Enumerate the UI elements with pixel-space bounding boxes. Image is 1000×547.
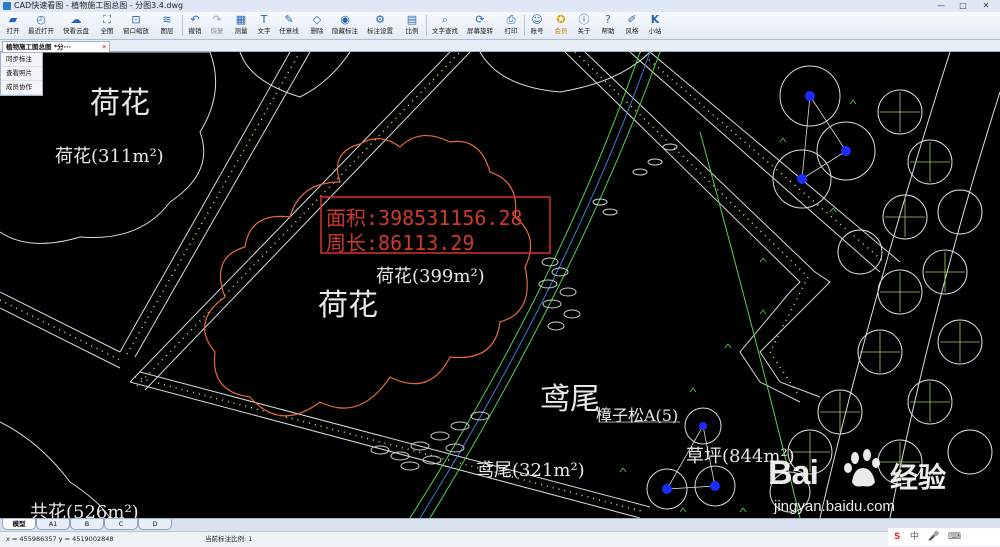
delete-button[interactable]: ◇ 删除 bbox=[304, 13, 330, 38]
document-tab-label: 植物施工图总图 *分··· bbox=[6, 43, 72, 51]
status-bar: x = 455986357 y = 4519002848 当前标注比例: 1 bbox=[0, 531, 1000, 547]
baidu-watermark: Bai 经验 jingyan.baidu.com bbox=[762, 446, 992, 524]
scale-icon: ▤ bbox=[406, 13, 418, 26]
text-button[interactable]: T 文字 bbox=[251, 13, 277, 38]
open-button[interactable]: ▰ 打开 bbox=[0, 13, 26, 38]
iris-label-large: 鸢尾 bbox=[540, 382, 600, 417]
hide-icon: ◉ bbox=[340, 13, 350, 26]
print-button[interactable]: ⎙ 打印 bbox=[498, 13, 524, 38]
sogou-icon[interactable]: S bbox=[894, 531, 900, 543]
tab-d[interactable]: D bbox=[138, 519, 172, 530]
info-icon: ⓘ bbox=[578, 13, 590, 26]
fit-all-icon: ⛶ bbox=[103, 13, 111, 26]
window-zoom-icon: ⊡ bbox=[131, 13, 141, 26]
rotate-button[interactable]: ⟳ 屏幕旋转 bbox=[467, 13, 493, 38]
close-icon[interactable]: ✕ bbox=[102, 42, 107, 52]
cloud-button[interactable]: ☁ 快看云盘 bbox=[63, 13, 89, 38]
main-toolbar: ▰ 打开 ◴ 最近打开 ☁ 快看云盘 ⛶ 全图 ⊡ 窗口缩放 ≋ 图层 ↶ 撤销 ↷ 恢复 ▦ 测… bbox=[0, 12, 1000, 40]
help-icon: ? bbox=[605, 13, 611, 26]
document-tab-bar: 植物施工图总图 *分··· ✕ bbox=[0, 40, 1000, 52]
redo-icon: ↷ bbox=[212, 13, 222, 26]
cloud-icon: ☁ bbox=[70, 13, 82, 26]
maximize-button[interactable]: □ bbox=[952, 1, 974, 11]
watermark-url: jingyan.baidu.com bbox=[774, 498, 895, 515]
freeline-button[interactable]: ✎ 任意线 bbox=[276, 13, 302, 38]
lotus-area-label: 荷花(311m²) bbox=[55, 146, 164, 167]
tree-canopy-outline bbox=[239, 52, 351, 98]
annotation-scale: 当前标注比例: 1 bbox=[205, 535, 253, 543]
measure-perimeter-text: 周长:86113.29 bbox=[326, 231, 475, 255]
redo-button[interactable]: ↷ 恢复 bbox=[204, 13, 230, 38]
text-search-button[interactable]: ⌕ 文字查找 bbox=[432, 13, 458, 38]
sync-annotation-item[interactable]: 同步标注 bbox=[1, 53, 42, 67]
text-icon: T bbox=[260, 13, 268, 26]
tree-spokes bbox=[790, 92, 980, 482]
tab-b[interactable]: B bbox=[70, 519, 104, 530]
tab-model[interactable]: 模型 bbox=[2, 519, 36, 530]
recent-icon: ◴ bbox=[36, 13, 46, 26]
keyboard-icon[interactable]: ⌨ bbox=[948, 531, 961, 543]
ime-tray: S 中 🎤 ⌨ bbox=[888, 528, 1000, 546]
print-icon: ⎙ bbox=[506, 13, 516, 26]
hide-annotation-button[interactable]: ◉ 隐藏标注 bbox=[332, 13, 358, 38]
scale-button[interactable]: ▤ 比例 bbox=[399, 13, 425, 38]
tab-a1[interactable]: A1 bbox=[36, 519, 70, 530]
close-button[interactable]: ✕ bbox=[975, 1, 997, 11]
recent-button[interactable]: ◴ 最近打开 bbox=[28, 13, 54, 38]
undo-icon: ↶ bbox=[190, 13, 200, 26]
about-button[interactable]: ⓘ 关于 bbox=[571, 13, 597, 38]
layout-tab-bar: 模型 A1 B C D bbox=[0, 518, 1000, 531]
k-icon: K bbox=[650, 13, 660, 26]
watermark-brand-cn: 经验 bbox=[890, 461, 947, 494]
vip-icon: ✪ bbox=[556, 13, 566, 26]
station-button[interactable]: K 小站 bbox=[642, 13, 668, 38]
help-button[interactable]: ? 帮助 bbox=[595, 13, 621, 38]
folder-icon: ▰ bbox=[8, 13, 18, 26]
window-title: CAD快速看图 - 植物施工图总图 - 分图3.4.dwg bbox=[14, 1, 184, 10]
cursor-coordinates: x = 455986357 y = 4519002848 bbox=[6, 535, 114, 543]
iris-area-label: 鸢尾(321m²) bbox=[476, 460, 585, 481]
text-search-icon: ⌕ bbox=[441, 13, 449, 26]
eraser-icon: ◇ bbox=[312, 13, 322, 26]
ime-language[interactable]: 中 bbox=[910, 531, 919, 543]
side-menu: 同步标注 查看照片 成员协作 bbox=[0, 52, 43, 96]
window-zoom-button[interactable]: ⊡ 窗口缩放 bbox=[123, 13, 149, 38]
app-icon bbox=[3, 2, 11, 10]
lotus-area-label: 荷花(399m²) bbox=[376, 266, 485, 287]
lotus-label-large: 荷花 bbox=[318, 288, 378, 323]
minimize-button[interactable]: — bbox=[930, 1, 952, 11]
tab-c[interactable]: C bbox=[104, 519, 138, 530]
watermark-brand: Bai bbox=[768, 454, 819, 492]
fit-all-button[interactable]: ⛶ 全图 bbox=[94, 13, 120, 38]
layers-button[interactable]: ≋ 图层 bbox=[154, 13, 180, 38]
rotate-icon: ⟳ bbox=[475, 13, 485, 26]
layers-icon: ≋ bbox=[162, 13, 172, 26]
annotation-settings-icon: ⚙ bbox=[375, 13, 385, 26]
style-icon: ✐ bbox=[627, 13, 637, 26]
lotus-label-large: 荷花 bbox=[90, 86, 150, 121]
pine-label: 樟子松A(5) bbox=[596, 406, 679, 425]
mic-icon[interactable]: 🎤 bbox=[928, 531, 939, 543]
view-photos-item[interactable]: 查看照片 bbox=[1, 67, 42, 81]
paw-logo-icon bbox=[844, 449, 880, 487]
annotation-settings-button[interactable]: ⚙ 标注设置 bbox=[367, 13, 393, 38]
account-button[interactable]: ☺ 账号 bbox=[524, 13, 550, 38]
account-icon: ☺ bbox=[531, 13, 543, 26]
freeline-icon: ✎ bbox=[284, 13, 294, 26]
measure-icon: ▦ bbox=[235, 13, 247, 26]
document-tab[interactable]: 植物施工图总图 *分··· ✕ bbox=[2, 41, 110, 52]
member-collab-item[interactable]: 成员协作 bbox=[1, 81, 42, 95]
tree-canopy-outline bbox=[479, 52, 651, 93]
toolbar-divider bbox=[426, 15, 427, 36]
